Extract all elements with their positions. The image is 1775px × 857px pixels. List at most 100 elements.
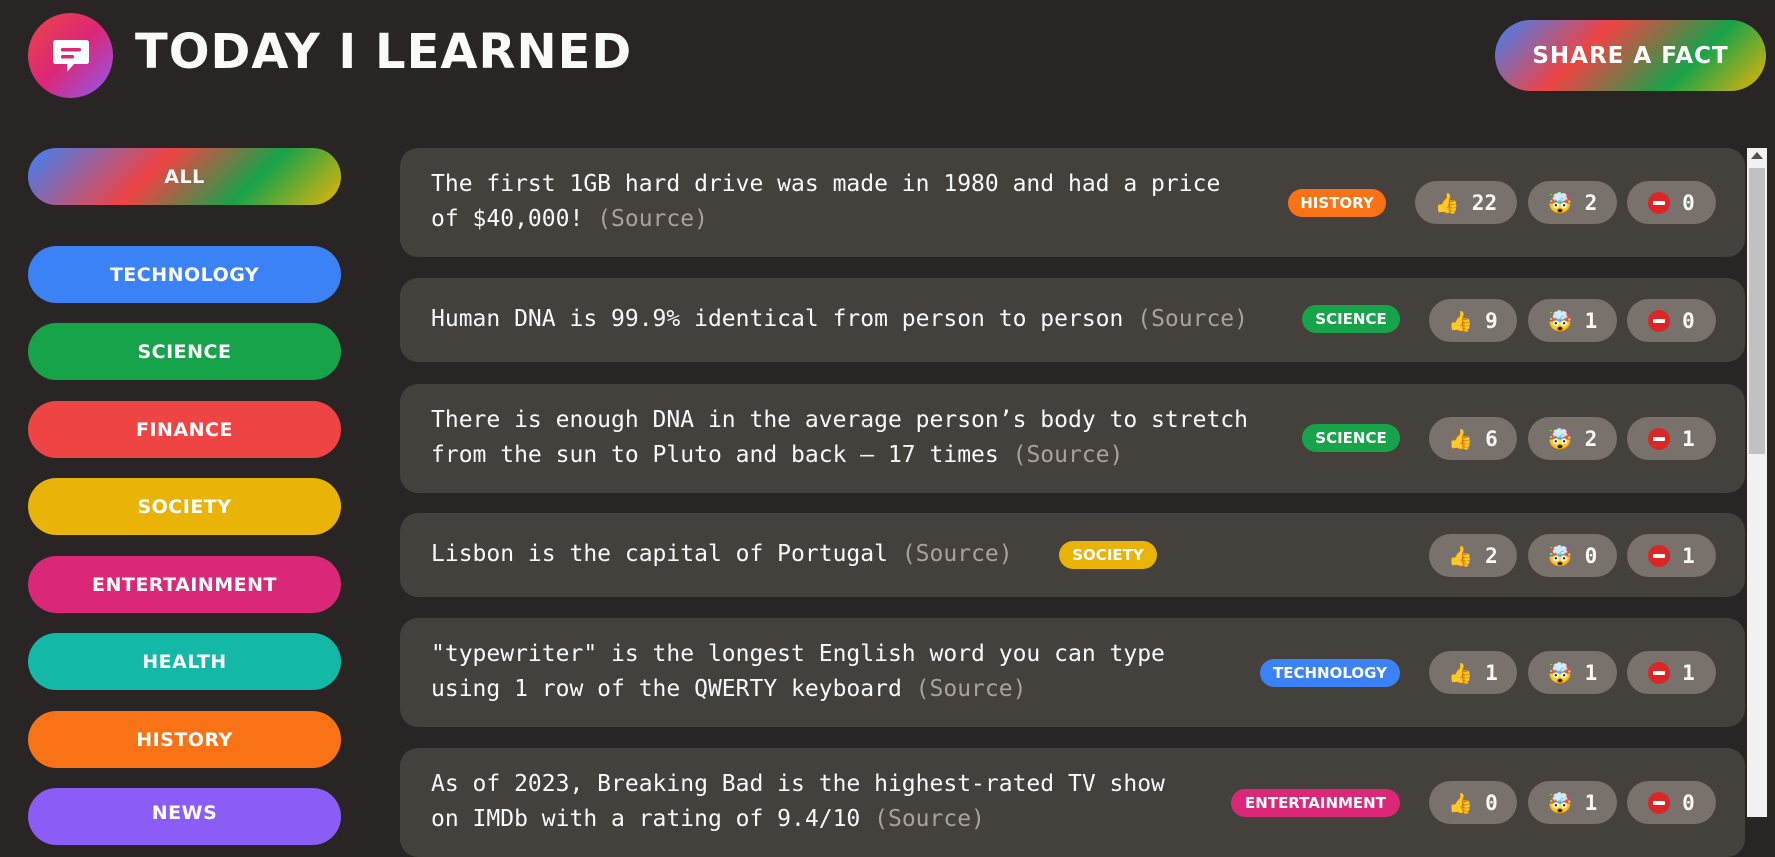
mindblowing-button[interactable]: 🤯 0 [1528, 534, 1617, 577]
category-society-button[interactable]: Society [28, 478, 341, 535]
fact-text-line: Human DNA is 99.9% identical from person… [431, 306, 1124, 332]
mind-blown-icon: 🤯 [1547, 308, 1573, 333]
fact-text: As of 2023, Breaking Bad is the highest-… [431, 767, 1165, 837]
thumbs-up-icon: 👍 [1448, 660, 1474, 685]
mindblowing-button[interactable]: 🤯 1 [1528, 299, 1617, 342]
false-count: 1 [1682, 426, 1695, 451]
fact-item: Human DNA is 99.9% identical from person… [400, 278, 1745, 362]
fact-text: There is enough DNA in the average perso… [431, 403, 1248, 473]
no-entry-icon [1648, 427, 1671, 450]
fact-text: "typewriter" is the longest English word… [431, 637, 1165, 707]
false-count: 0 [1682, 308, 1695, 333]
mind-blown-icon: 🤯 [1547, 543, 1573, 568]
no-entry-icon [1648, 191, 1671, 214]
false-count: 0 [1682, 190, 1695, 215]
false-button[interactable]: 0 [1627, 781, 1716, 824]
fact-text-line: using 1 row of the QWERTY keyboard [431, 676, 902, 702]
fact-text-line: As of 2023, Breaking Bad is the highest-… [431, 771, 1165, 797]
fact-item: Lisbon is the capital of Portugal (Sourc… [400, 513, 1745, 597]
mindblowing-button[interactable]: 🤯 2 [1528, 417, 1617, 460]
fact-text-line: The first 1GB hard drive was made in 198… [431, 171, 1221, 197]
category-tag: Entertainment [1231, 789, 1400, 817]
no-entry-icon [1648, 544, 1671, 567]
no-entry-icon [1648, 661, 1671, 684]
no-entry-icon [1648, 791, 1671, 814]
app-header: Today I Learned Share a fact [0, 0, 1775, 120]
category-entertainment-button[interactable]: Entertainment [28, 556, 341, 613]
like-button[interactable]: 👍 1 [1429, 651, 1517, 694]
no-entry-icon [1648, 309, 1671, 332]
false-button[interactable]: 0 [1627, 181, 1716, 224]
mindblowing-button[interactable]: 🤯 2 [1528, 181, 1617, 224]
mindblowing-count: 1 [1584, 660, 1598, 685]
source-link[interactable]: (Source) [1013, 442, 1124, 468]
like-count: 0 [1485, 790, 1498, 815]
false-button[interactable]: 0 [1627, 299, 1716, 342]
mindblowing-button[interactable]: 🤯 1 [1528, 651, 1617, 694]
category-tag: Society [1059, 541, 1157, 569]
thumbs-up-icon: 👍 [1448, 308, 1474, 333]
category-tag: Science [1302, 305, 1400, 333]
false-button[interactable]: 1 [1627, 651, 1716, 694]
like-count: 22 [1471, 190, 1498, 215]
mindblowing-button[interactable]: 🤯 1 [1528, 781, 1617, 824]
fact-text: Human DNA is 99.9% identical from person… [431, 302, 1248, 337]
like-button[interactable]: 👍 2 [1429, 534, 1517, 577]
page-title: Today I Learned [135, 24, 633, 80]
fact-text-line: There is enough DNA in the average perso… [431, 407, 1248, 433]
mindblowing-count: 2 [1584, 426, 1598, 451]
category-tag: Science [1302, 424, 1400, 452]
false-button[interactable]: 1 [1627, 417, 1716, 460]
mind-blown-icon: 🤯 [1547, 660, 1573, 685]
mindblowing-count: 0 [1584, 543, 1598, 568]
thumbs-up-icon: 👍 [1448, 790, 1474, 815]
thumbs-up-icon: 👍 [1448, 543, 1474, 568]
fact-item: "typewriter" is the longest English word… [400, 618, 1745, 727]
scrollbar-thumb[interactable] [1749, 168, 1765, 454]
like-count: 2 [1485, 543, 1498, 568]
like-count: 9 [1485, 308, 1498, 333]
like-button[interactable]: 👍 0 [1429, 781, 1517, 824]
fact-text: The first 1GB hard drive was made in 198… [431, 167, 1220, 237]
mindblowing-count: 1 [1584, 790, 1598, 815]
fact-text-line: Lisbon is the capital of Portugal [431, 541, 888, 567]
fact-text-line: of $40,000! [431, 206, 584, 232]
fact-item: There is enough DNA in the average perso… [400, 384, 1745, 493]
source-link[interactable]: (Source) [902, 541, 1013, 567]
category-history-button[interactable]: History [28, 711, 341, 768]
mind-blown-icon: 🤯 [1547, 426, 1573, 451]
source-link[interactable]: (Source) [916, 676, 1027, 702]
false-count: 1 [1682, 660, 1695, 685]
mind-blown-icon: 🤯 [1547, 190, 1573, 215]
category-health-button[interactable]: Health [28, 633, 341, 690]
fact-item: As of 2023, Breaking Bad is the highest-… [400, 748, 1745, 857]
category-science-button[interactable]: Science [28, 323, 341, 380]
like-button[interactable]: 👍 9 [1429, 299, 1517, 342]
source-link[interactable]: (Source) [597, 206, 708, 232]
fact-text: Lisbon is the capital of Portugal (Sourc… [431, 537, 1013, 572]
fact-item: The first 1GB hard drive was made in 198… [400, 148, 1745, 257]
category-tag: Technology [1260, 659, 1400, 687]
false-button[interactable]: 1 [1627, 534, 1716, 577]
like-button[interactable]: 👍 6 [1429, 417, 1517, 460]
category-technology-button[interactable]: Technology [28, 246, 341, 303]
like-count: 6 [1485, 426, 1498, 451]
share-fact-button[interactable]: Share a fact [1495, 20, 1766, 91]
like-count: 1 [1485, 660, 1498, 685]
scroll-up-arrow-icon[interactable] [1751, 152, 1763, 159]
source-link[interactable]: (Source) [874, 806, 985, 832]
false-count: 0 [1682, 790, 1695, 815]
category-all-button[interactable]: All [28, 148, 341, 205]
speech-bubble-icon [52, 39, 89, 72]
category-tag: History [1288, 189, 1386, 217]
like-button[interactable]: 👍 22 [1415, 181, 1517, 224]
source-link[interactable]: (Source) [1137, 306, 1248, 332]
mindblowing-count: 2 [1584, 190, 1598, 215]
fact-text-line: "typewriter" is the longest English word… [431, 641, 1165, 667]
category-finance-button[interactable]: Finance [28, 401, 341, 458]
thumbs-up-icon: 👍 [1448, 426, 1474, 451]
thumbs-up-icon: 👍 [1434, 190, 1460, 215]
false-count: 1 [1682, 543, 1695, 568]
logo [28, 13, 113, 98]
fact-text-line: on IMDb with a rating of 9.4/10 [431, 806, 861, 832]
